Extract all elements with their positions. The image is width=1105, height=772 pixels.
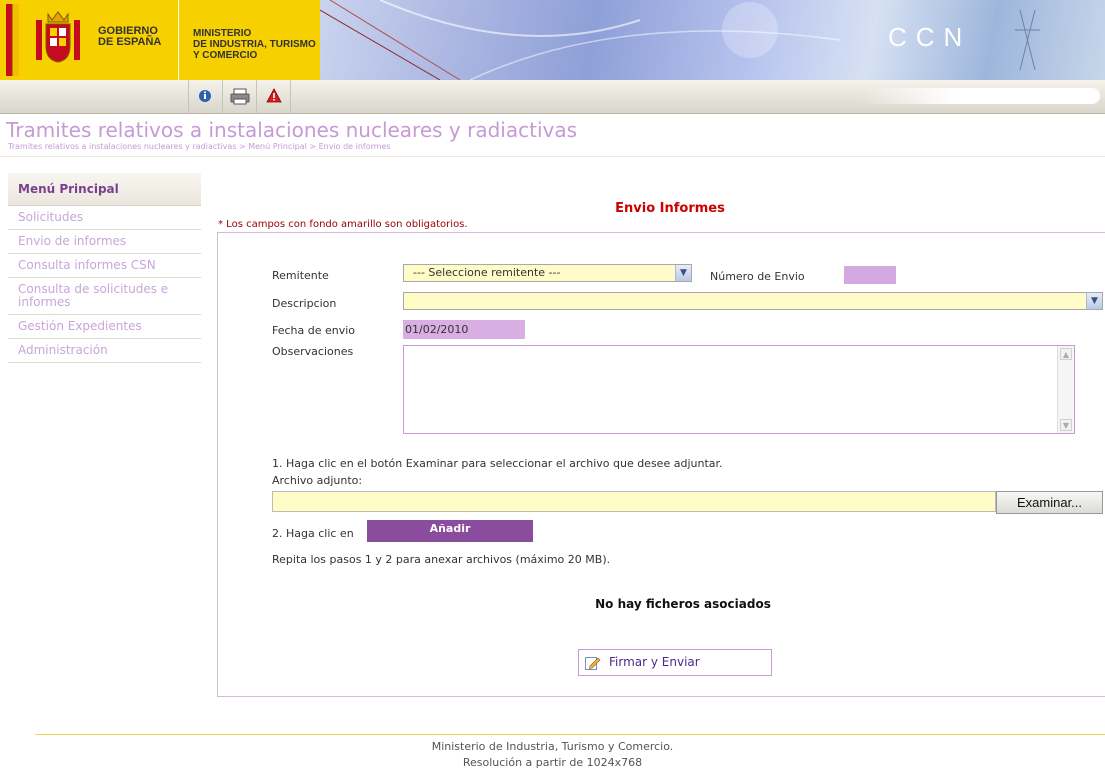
title-divider xyxy=(0,156,1105,157)
ministerio-text: MINISTERIO DE INDUSTRIA, TURISMO Y COMER… xyxy=(193,28,316,61)
header-banner: CCN xyxy=(320,0,1105,80)
page-title: Tramites relativos a instalaciones nucle… xyxy=(6,118,578,142)
add-file-button[interactable]: Añadir xyxy=(367,520,533,542)
gov-line2: DE ESPAÑA xyxy=(98,36,162,48)
ministry-line3: Y COMERCIO xyxy=(193,50,258,61)
descripcion-label: Descripcion xyxy=(272,297,337,310)
fecha-envio-field: 01/02/2010 xyxy=(403,320,525,339)
edit-pencil-icon xyxy=(585,657,601,670)
sign-and-send-button[interactable]: Firmar y Enviar xyxy=(578,649,772,676)
sidebar-item-consulta-solicitudes[interactable]: Consulta de solicitudes e informes xyxy=(8,278,201,315)
gobierno-text: GOBIERNO DE ESPAÑA xyxy=(98,26,161,48)
footer-resolution: Resolución a partir de 1024x768 xyxy=(462,756,643,769)
required-note: * Los campos con fondo amarillo son obli… xyxy=(218,219,468,230)
examinar-button[interactable]: Examinar... xyxy=(996,491,1103,514)
scroll-up-icon[interactable]: ▲ xyxy=(1060,348,1072,360)
footer-ministry: Ministerio de Industria, Turismo y Comer… xyxy=(431,740,674,753)
alert-icon xyxy=(266,88,282,103)
numero-envio-label: Número de Envio xyxy=(710,270,805,283)
remitente-value: --- Seleccione remitente --- xyxy=(413,266,561,279)
numero-envio-field xyxy=(844,266,896,284)
fecha-envio-label: Fecha de envio xyxy=(272,324,356,337)
sidebar-item-administracion[interactable]: Administración xyxy=(8,339,201,363)
observaciones-label: Observaciones xyxy=(272,345,354,358)
info-button[interactable] xyxy=(188,80,223,113)
chevron-down-icon[interactable]: ▼ xyxy=(675,265,691,281)
toolbar-separator xyxy=(290,80,291,113)
print-icon xyxy=(230,88,250,105)
remitente-label: Remitente xyxy=(272,269,329,282)
remitente-select[interactable]: --- Seleccione remitente --- ▼ xyxy=(403,264,692,282)
repeat-instruction: Repita los pasos 1 y 2 para anexar archi… xyxy=(272,553,611,566)
step1-instruction: 1. Haga clic en el botón Examinar para s… xyxy=(272,457,723,470)
alert-button[interactable] xyxy=(256,80,291,113)
archivo-input[interactable] xyxy=(272,491,996,512)
ministerio-logo[interactable]: MINISTERIO DE INDUSTRIA, TURISMO Y COMER… xyxy=(178,0,321,80)
no-files-message: No hay ficheros asociados xyxy=(595,597,771,611)
descripcion-select[interactable]: ▼ xyxy=(403,292,1103,310)
print-button[interactable] xyxy=(222,80,257,113)
footer-divider xyxy=(35,734,1105,735)
gobierno-logo[interactable]: GOBIERNO DE ESPAÑA xyxy=(0,0,178,80)
sidebar-item-solicitudes[interactable]: Solicitudes xyxy=(8,206,201,230)
archivo-label: Archivo adjunto: xyxy=(272,474,363,487)
chevron-down-icon[interactable]: ▼ xyxy=(1086,293,1102,309)
form-title: Envio Informes xyxy=(615,201,725,216)
ccn-logo: CCN xyxy=(888,22,972,52)
scroll-down-icon[interactable]: ▼ xyxy=(1060,419,1072,431)
header: GOBIERNO DE ESPAÑA MINISTERIO DE INDUSTR… xyxy=(0,0,1105,80)
sidebar-item-consulta-informes[interactable]: Consulta informes CSN xyxy=(8,254,201,278)
sidebar-item-envio-informes[interactable]: Envio de informes xyxy=(8,230,201,254)
scrollbar[interactable]: ▲ ▼ xyxy=(1057,346,1074,433)
breadcrumb[interactable]: Tramites relativos a instalaciones nucle… xyxy=(8,142,391,151)
flag-stripe-yellow xyxy=(12,4,19,76)
coat-of-arms-icon xyxy=(36,11,80,63)
sidebar-heading: Menú Principal xyxy=(8,173,201,206)
sidebar-item-gestion-expedientes[interactable]: Gestión Expedientes xyxy=(8,315,201,339)
observaciones-textarea[interactable]: ▲ ▼ xyxy=(403,345,1075,434)
ministry-line2: DE INDUSTRIA, TURISMO xyxy=(193,39,316,50)
ministry-line1: MINISTERIO xyxy=(193,28,252,39)
toolbar-highlight xyxy=(860,88,1100,104)
sign-and-send-label: Firmar y Enviar xyxy=(609,655,700,669)
step2-instruction: 2. Haga clic en xyxy=(272,527,354,540)
info-icon xyxy=(199,90,211,102)
banner-decoration xyxy=(320,0,1040,80)
sidebar: Menú Principal Solicitudes Envio de info… xyxy=(8,173,201,363)
